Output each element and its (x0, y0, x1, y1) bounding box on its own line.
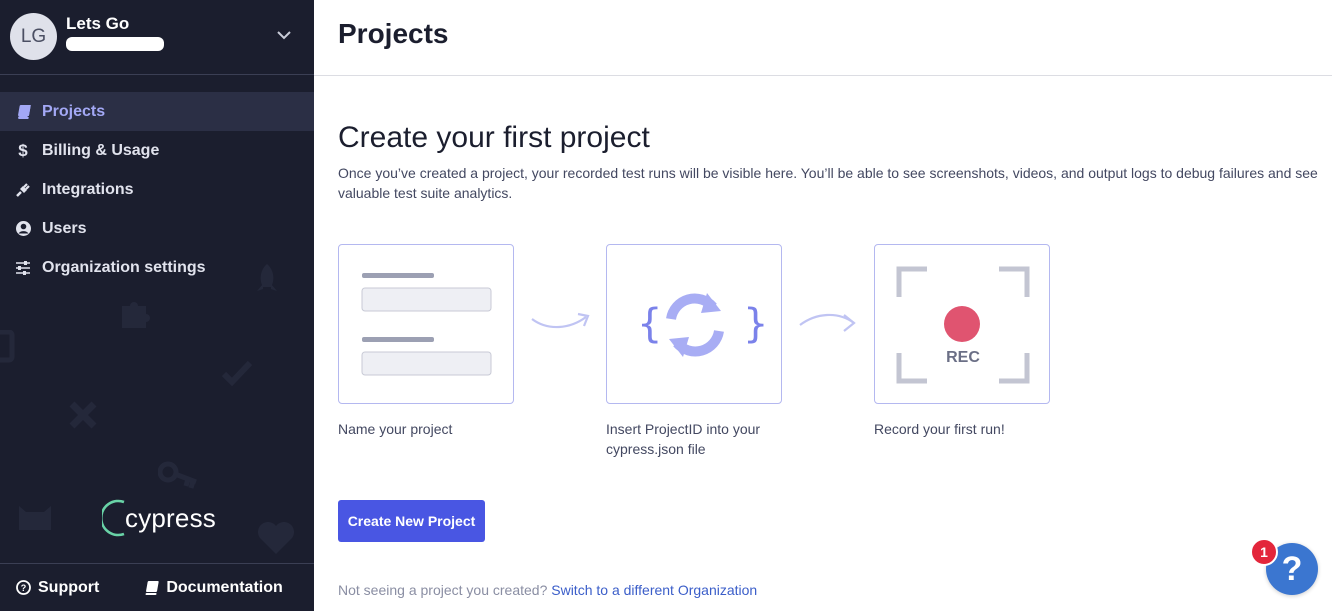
key-decoration-icon (158, 461, 197, 489)
svg-text:{: { (637, 301, 662, 347)
form-illustration-icon (361, 273, 492, 376)
sidebar-footer: ? Support Documentation (0, 563, 314, 611)
user-circle-icon (14, 220, 32, 238)
question-circle-icon: ? (16, 580, 31, 595)
book-icon (14, 103, 32, 121)
sync-braces-icon: { } (637, 293, 768, 357)
plug-icon (14, 181, 32, 199)
documentation-link[interactable]: Documentation (143, 578, 283, 597)
cat-decoration-icon (19, 506, 51, 530)
main-content: Projects Create your first project Once … (314, 0, 1332, 611)
help-question-icon: ? (1281, 549, 1303, 588)
sidebar-item-billing[interactable]: $ Billing & Usage (0, 131, 314, 170)
step-record-run-label: Record your first run! (874, 421, 1005, 437)
sidebar-item-projects[interactable]: Projects (0, 92, 314, 131)
cypress-logo: cypress (102, 497, 216, 539)
svg-text:}: } (743, 301, 768, 347)
sidebar-item-label: Projects (42, 102, 106, 120)
org-avatar: LG (10, 13, 57, 60)
sidebar-item-label: Integrations (42, 180, 134, 198)
sidebar: LG Lets Go Projects $ Billing & Usage In… (0, 0, 314, 611)
documentation-label: Documentation (166, 578, 283, 596)
brand-name: cypress (125, 502, 216, 533)
heart-decoration-icon (258, 522, 294, 554)
page-title: Projects (338, 18, 449, 49)
svg-text:?: ? (21, 583, 27, 593)
rec-frame-icon (896, 266, 1030, 384)
arrow-right-icon (531, 312, 590, 329)
sidebar-item-label: Billing & Usage (42, 141, 160, 159)
notification-badge: 1 (1250, 538, 1278, 566)
sidebar-item-organization-settings[interactable]: Organization settings (0, 248, 314, 287)
rec-label: REC (946, 349, 980, 366)
check-decoration-icon (222, 360, 252, 387)
support-link[interactable]: ? Support (16, 579, 99, 597)
step-record-run-illustration: REC (874, 244, 1050, 404)
monitor-decoration-icon (0, 330, 15, 363)
step-insert-projectid-illustration: { } (606, 244, 782, 404)
org-subtitle-redacted (66, 37, 164, 51)
organization-switcher[interactable]: LG Lets Go (0, 0, 314, 75)
onboarding-description: Once you’ve created a project, your reco… (338, 165, 1318, 201)
puzzle-decoration-icon (122, 302, 150, 328)
sliders-icon (14, 259, 32, 277)
x-decoration-icon (69, 401, 97, 429)
sidebar-item-label: Organization settings (42, 258, 206, 276)
book-icon (143, 580, 159, 596)
switch-organization-text: Not seeing a project you created? (338, 582, 548, 598)
sidebar-item-integrations[interactable]: Integrations (0, 170, 314, 209)
step-name-project-label: Name your project (338, 421, 453, 437)
page-header: Projects (314, 0, 1332, 76)
switch-organization-note: Not seeing a project you created? Switch… (338, 582, 757, 598)
chevron-down-icon[interactable] (275, 26, 293, 44)
onboarding-heading: Create your first project (338, 121, 650, 154)
org-name: Lets Go (66, 14, 130, 33)
switch-organization-link[interactable]: Switch to a different Organization (551, 582, 757, 598)
step-name-project-illustration (338, 244, 514, 404)
arrow-right-icon (799, 313, 856, 332)
create-new-project-button[interactable]: Create New Project (338, 500, 485, 542)
step-insert-projectid-label: Insert ProjectID into your cypress.json … (606, 421, 761, 457)
sidebar-item-label: Users (42, 219, 87, 237)
sidebar-nav: Projects $ Billing & Usage Integrations … (0, 92, 314, 287)
dollar-icon: $ (18, 140, 28, 160)
support-label: Support (38, 578, 100, 596)
sidebar-item-users[interactable]: Users (0, 209, 314, 248)
